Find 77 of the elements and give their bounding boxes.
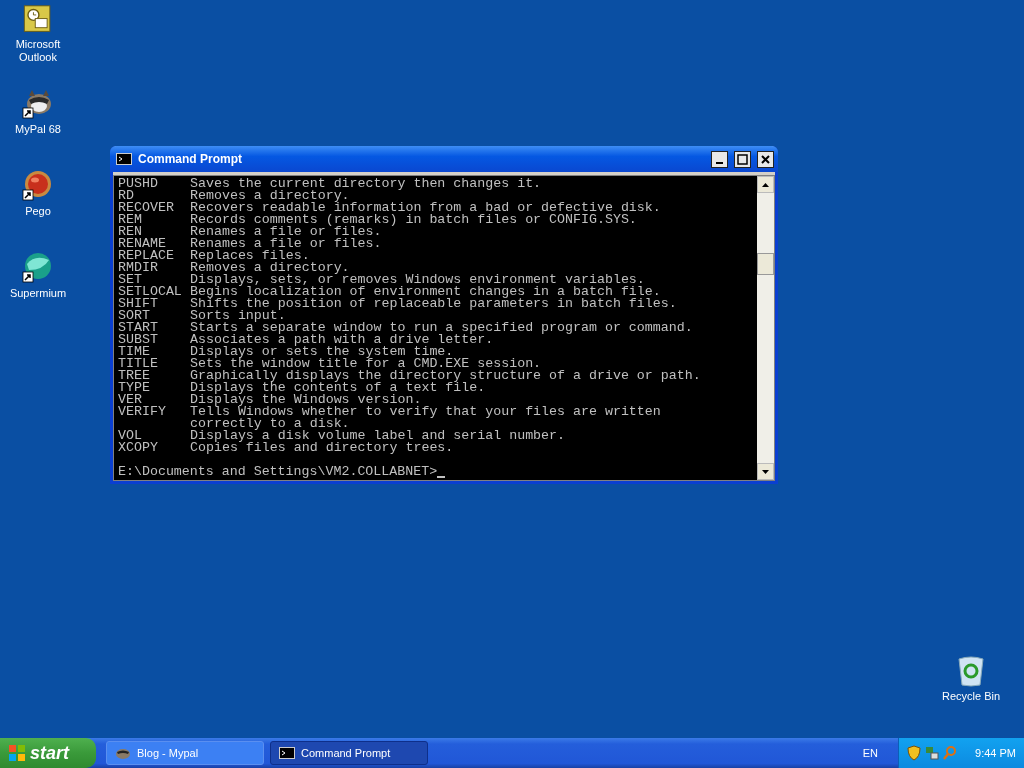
raccoon-icon bbox=[115, 746, 131, 760]
command-name: REPLACE bbox=[118, 250, 175, 262]
command-description: Removes a directory. bbox=[190, 190, 350, 202]
command-name: PUSHD bbox=[118, 178, 159, 190]
command-name: VERIFY bbox=[118, 406, 167, 418]
command-name: XCOPY bbox=[118, 442, 159, 454]
windows-flag-icon bbox=[8, 744, 26, 762]
command-name: RD bbox=[118, 190, 134, 202]
command-description: Renames a file or files. bbox=[190, 238, 382, 250]
network-icon[interactable] bbox=[925, 745, 939, 761]
command-name: RENAME bbox=[118, 238, 166, 250]
command-name: TYPE bbox=[118, 382, 151, 394]
scroll-down-button[interactable] bbox=[757, 463, 774, 480]
command-name: SUBST bbox=[118, 334, 159, 346]
command-prompt: E:\Documents and Settings\VM2.COLLABNET> bbox=[118, 466, 438, 478]
start-button[interactable]: start bbox=[0, 738, 96, 768]
command-name: SHIFT bbox=[118, 298, 159, 310]
icon-label: Supermium bbox=[9, 287, 67, 300]
command-name: TIME bbox=[118, 346, 150, 358]
command-description: Removes a directory. bbox=[190, 262, 350, 274]
command-name: SETLOCAL bbox=[118, 286, 183, 298]
recycle-bin-icon[interactable] bbox=[956, 655, 987, 687]
shield-icon[interactable] bbox=[907, 745, 921, 761]
command-name: SORT bbox=[118, 310, 150, 322]
command-description: Sorts input. bbox=[190, 310, 286, 322]
command-name: RMDIR bbox=[118, 262, 159, 274]
language-indicator[interactable]: EN bbox=[862, 747, 878, 759]
icon-label: MyPal 68 bbox=[15, 123, 61, 136]
command-name: TITLE bbox=[118, 358, 159, 370]
command-description: Saves the current directory then changes it. bbox=[190, 178, 542, 190]
minimize-button[interactable] bbox=[711, 150, 728, 168]
command-name: REM bbox=[118, 214, 143, 226]
icon-label: Recycle Bin bbox=[942, 690, 1001, 703]
command-description: Begins localization of environment changes in a batch file. bbox=[190, 286, 661, 298]
command-description: Displays a disk volume label and serial number. bbox=[190, 430, 566, 442]
scrollbar[interactable] bbox=[757, 176, 774, 480]
command-name: VER bbox=[118, 394, 142, 406]
icon-label: Pego bbox=[25, 205, 51, 218]
clock: 9:44 PM bbox=[975, 747, 1016, 759]
console-icon bbox=[116, 153, 132, 165]
icon-label: Microsoft Outlook bbox=[14, 38, 62, 64]
command-description: Renames a file or files. bbox=[190, 226, 382, 238]
taskbar-button[interactable]: Command Prompt bbox=[270, 741, 428, 765]
command-name: SET bbox=[118, 274, 142, 286]
text-cursor bbox=[437, 476, 446, 478]
scroll-thumb[interactable] bbox=[757, 253, 774, 275]
command-name: START bbox=[118, 322, 159, 334]
close-button[interactable] bbox=[757, 150, 774, 168]
minimize-icon bbox=[716, 162, 723, 164]
scroll-up-button[interactable] bbox=[757, 176, 774, 193]
command-description: Displays the contents of a text file. bbox=[190, 382, 486, 394]
maximize-icon bbox=[737, 153, 748, 165]
command-description: Associates a path with a drive letter. bbox=[190, 334, 494, 346]
window-title: Command Prompt bbox=[138, 152, 243, 166]
maximize-button[interactable] bbox=[734, 150, 751, 168]
command-name: TREE bbox=[118, 370, 151, 382]
command-description: Sets the window title for a CMD.EXE session. bbox=[190, 358, 542, 370]
down-arrow-icon bbox=[762, 469, 769, 474]
command-name: VOL bbox=[118, 430, 142, 442]
console-icon bbox=[279, 747, 295, 759]
close-icon bbox=[760, 153, 771, 165]
command-description: Records comments (remarks) in batch files or CONFIG.SYS. bbox=[190, 214, 637, 226]
command-description: Recovers readable information from a bad or defective disk. bbox=[190, 202, 661, 214]
command-description: Shifts the position of replaceable parameters in batch files. bbox=[190, 298, 677, 310]
command-description: correctly to a disk. bbox=[190, 418, 350, 430]
command-description: Copies files and directory trees. bbox=[190, 442, 454, 454]
command-description: Displays, sets, or removes Windows environment variables. bbox=[190, 274, 645, 286]
command-description: Graphically displays the directory structure of a drive or path. bbox=[190, 370, 701, 382]
command-description: Displays or sets the system time. bbox=[190, 346, 454, 358]
command-name: RECOVER bbox=[118, 202, 175, 214]
command-name: REN bbox=[118, 226, 142, 238]
up-arrow-icon bbox=[762, 182, 769, 187]
command-description: Displays the Windows version. bbox=[190, 394, 422, 406]
command-description: Replaces files. bbox=[190, 250, 310, 262]
command-description: Tells Windows whether to verify that your files are written bbox=[190, 406, 661, 418]
taskbar-button[interactable]: Blog - Mypal bbox=[106, 741, 264, 765]
command-description: Starts a separate window to run a specified program or command. bbox=[190, 322, 693, 334]
